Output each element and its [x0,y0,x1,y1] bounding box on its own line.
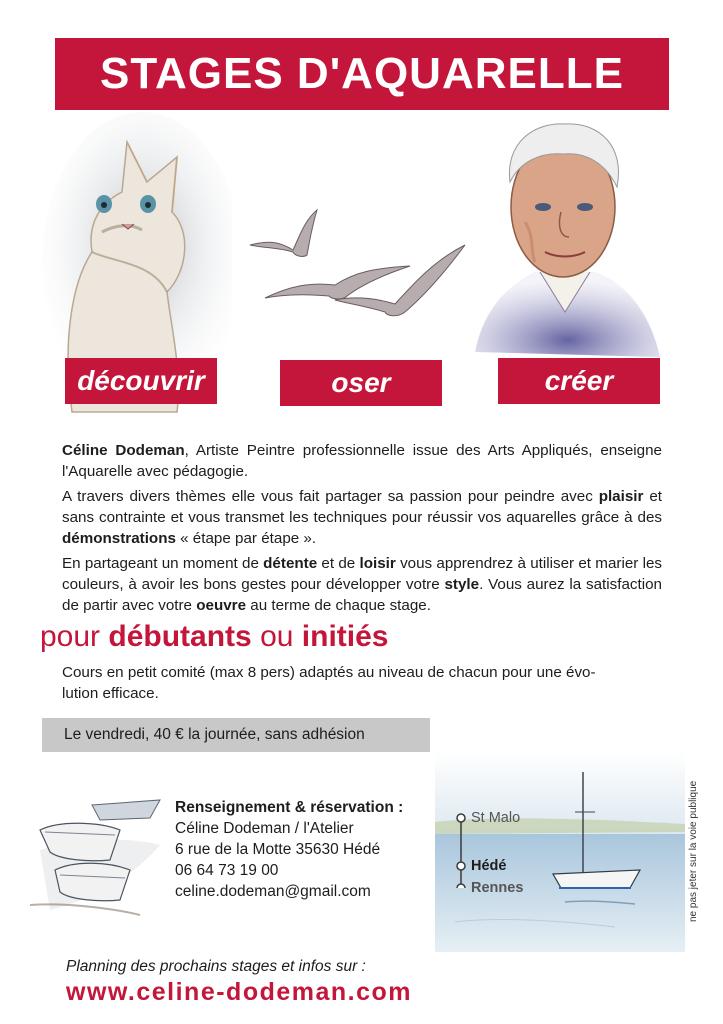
level-initiated: initiés [301,620,389,653]
portrait-illustration [475,123,660,357]
website-link[interactable]: www.celine-dodeman.com [66,978,412,1007]
course-description: Cours en petit comité (max 8 pers) adapt… [62,662,662,704]
text-run-0: En partageant un moment de [62,555,264,572]
tag-create-label: créer [544,365,614,396]
level-beginners: débutants [108,620,252,653]
page-title: STAGES D'AQUARELLE [100,49,624,98]
contact-name: Céline Dodeman / l'Atelier [175,820,354,837]
price-text: Le vendredi, 40 € la journée, sans adhés… [64,726,365,743]
text-run-0: A travers divers thèmes elle vous fait p… [62,488,599,505]
emphasis-3: démonstrations [62,530,176,547]
contact-email[interactable]: celine.dodeman@gmail.com [175,881,403,902]
intro-paragraph-3: En partageant un moment de détente et de… [62,553,662,616]
tag-discover: découvrir [65,358,217,404]
route-stop-rennes: Rennes [471,880,524,896]
route-dot-st-malo [456,813,466,823]
seagulls-illustration [249,208,466,317]
course-line-2: lution efficace. [62,685,159,702]
price-bar: Le vendredi, 40 € la journée, sans adhés… [42,718,430,752]
intro-paragraph-2: A travers divers thèmes elle vous fait p… [62,486,662,549]
level-heading: pour débutants ou initiés [40,620,388,654]
tag-dare: oser [280,360,442,406]
intro-paragraph-1: Céline Dodeman, Artiste Peintre professi… [62,440,662,482]
tag-create: créer [498,358,660,404]
emphasis-3: loisir [359,555,396,572]
route-dot-rennes [456,883,466,888]
route-stop-st-malo: St Malo [471,810,521,826]
course-line-1: Cours en petit comité (max 8 pers) adapt… [62,664,596,681]
intro-text: Céline Dodeman, Artiste Peintre professi… [62,440,662,620]
text-run-8: au terme de chaque stage. [246,597,431,614]
rowboats-illustration [30,799,161,916]
contact-phone[interactable]: 06 64 73 19 00 [175,860,403,881]
recycling-note: ne pas jeter sur la voie publique [688,780,699,922]
level-or: ou [251,620,302,653]
text-run-2: et de [317,555,360,572]
emphasis-1: plaisir [598,488,644,505]
route-stop-hede: Hédé [471,858,507,874]
planning-text: Planning des prochains stages et infos s… [66,958,366,975]
level-pour: pour [40,620,109,653]
contact-heading: Renseignement & réservation : [175,799,404,816]
route-dot-hede [456,861,466,871]
title-banner: STAGES D'AQUARELLE [55,38,669,110]
emphasis-5: style [444,576,480,593]
emphasis-0: Céline Dodeman [62,442,185,459]
tag-dare-label: oser [331,367,391,398]
emphasis-7: oeuvre [196,597,247,614]
tag-discover-label: découvrir [77,365,205,396]
emphasis-1: détente [263,555,318,572]
contact-address: 6 rue de la Motte 35630 Hédé [175,841,381,858]
text-run-4: « étape par étape ». [175,530,317,547]
contact-block: Renseignement & réservation : Céline Dod… [175,797,403,902]
